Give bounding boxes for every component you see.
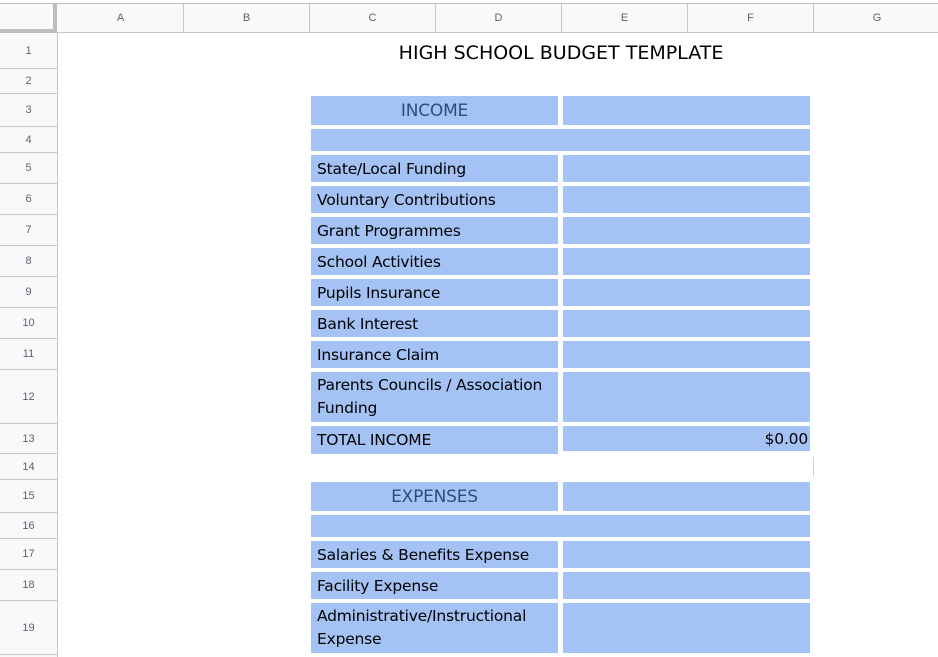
expenses-header-cell[interactable]: EXPENSES [311,482,558,511]
income-spacer-cell[interactable] [311,129,810,151]
expenses-spacer-cell[interactable] [311,515,810,537]
column-header-g[interactable]: G [814,4,938,33]
row-header-2[interactable]: 2 [0,69,57,94]
row-header-5[interactable]: 5 [0,153,57,184]
income-label-cell[interactable]: Insurance Claim [311,341,558,368]
income-label-cell[interactable]: Grant Programmes [311,217,558,244]
row-header-10[interactable]: 10 [0,308,57,339]
row-header-14[interactable]: 14 [0,454,57,480]
income-value-cell[interactable] [563,372,810,422]
expense-value-cell[interactable] [563,572,810,599]
expense-value-cell[interactable] [563,603,810,653]
row-header-7[interactable]: 7 [0,215,57,246]
column-header-a[interactable]: A [58,4,184,33]
column-header-d[interactable]: D [436,4,562,33]
income-value-cell[interactable] [563,217,810,244]
row-header-17[interactable]: 17 [0,539,57,570]
row-header-8[interactable]: 8 [0,246,57,277]
column-header-b[interactable]: B [184,4,310,33]
row-header-4[interactable]: 4 [0,127,57,153]
income-value-cell[interactable] [563,155,810,182]
expense-label-cell[interactable]: Administrative/Instructional Expense [311,603,558,653]
column-header-f[interactable]: F [688,4,814,33]
row-header-13[interactable]: 13 [0,424,57,454]
income-value-cell[interactable] [563,248,810,275]
column-header-c[interactable]: C [310,4,436,33]
row-header-9[interactable]: 9 [0,277,57,308]
income-header-value-cell[interactable] [563,96,810,125]
total-income-label-cell[interactable]: TOTAL INCOME [311,426,558,454]
expense-value-cell[interactable] [563,541,810,568]
income-label-cell[interactable]: State/Local Funding [311,155,558,182]
row-header-12[interactable]: 12 [0,370,57,424]
cell-border-fragment [813,457,814,477]
row-header-6[interactable]: 6 [0,184,57,215]
income-label-cell[interactable]: School Activities [311,248,558,275]
row-header-15[interactable]: 15 [0,480,57,513]
row-header-1[interactable]: 1 [0,33,57,69]
income-label-cell[interactable]: Pupils Insurance [311,279,558,306]
sheet-title[interactable]: HIGH SCHOOL BUDGET TEMPLATE [309,36,813,70]
total-income-value-cell[interactable]: $0.00 [563,426,810,451]
income-header-cell[interactable]: INCOME [311,96,558,125]
income-label-cell[interactable]: Bank Interest [311,310,558,337]
income-label-cell[interactable]: Parents Councils / Association Funding [311,372,558,422]
row-header-16[interactable]: 16 [0,513,57,539]
income-value-cell[interactable] [563,341,810,368]
income-value-cell[interactable] [563,186,810,213]
income-label-cell[interactable]: Voluntary Contributions [311,186,558,213]
expense-label-cell[interactable]: Facility Expense [311,572,558,599]
expenses-header-value-cell[interactable] [563,482,810,511]
income-value-cell[interactable] [563,310,810,337]
row-header-18[interactable]: 18 [0,570,57,601]
income-value-cell[interactable] [563,279,810,306]
expense-label-cell[interactable]: Salaries & Benefits Expense [311,541,558,568]
row-header-11[interactable]: 11 [0,339,57,370]
column-header-e[interactable]: E [562,4,688,33]
row-header-3[interactable]: 3 [0,94,57,127]
row-header-19[interactable]: 19 [0,601,57,655]
